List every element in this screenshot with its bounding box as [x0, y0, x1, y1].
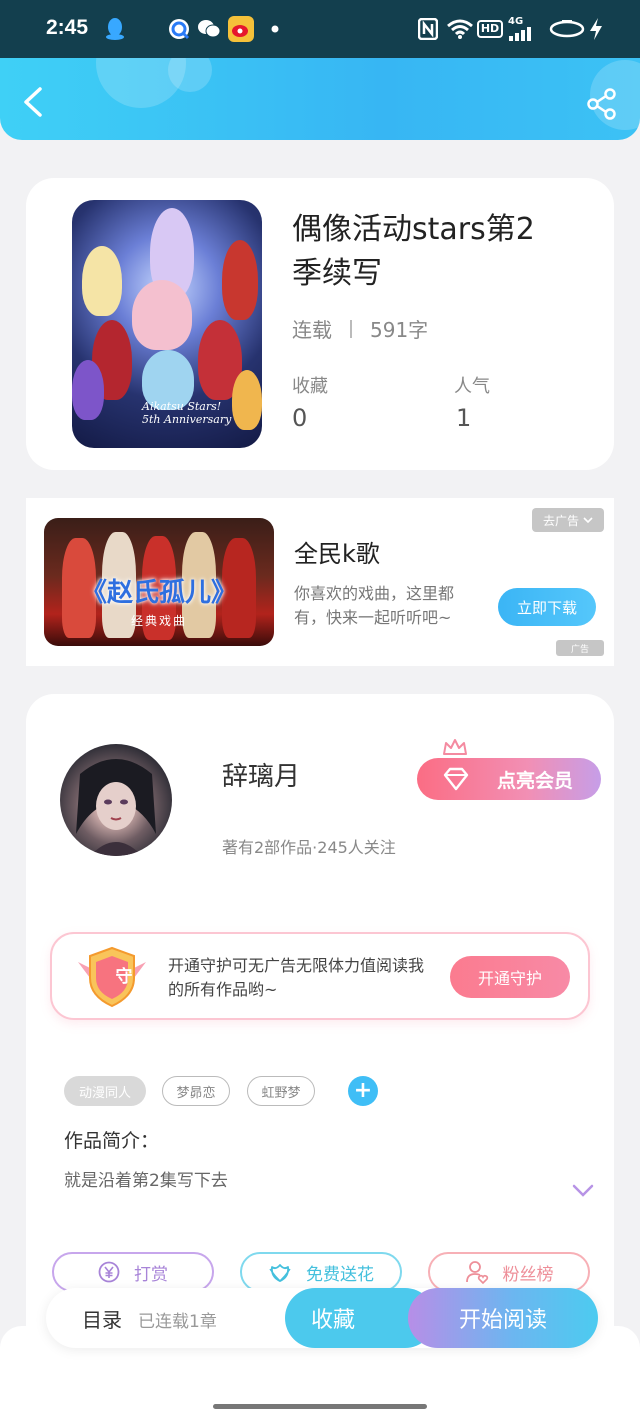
- popularity-value: 1: [456, 404, 472, 432]
- vip-button[interactable]: 点亮会员: [417, 758, 601, 800]
- ad-banner[interactable]: 《赵氏孤儿》 经典戏曲 全民k歌 你喜欢的戏曲，这里都有，快来一起听听吧~ 去广…: [26, 498, 614, 666]
- book-info-card: Aikatsu Stars! 5th Anniversary 偶像活动stars…: [26, 178, 614, 470]
- share-button[interactable]: [586, 88, 618, 120]
- author-avatar[interactable]: [60, 744, 172, 856]
- diamond-icon: [443, 767, 469, 791]
- cover-caption-line2: 5th Anniversary: [142, 413, 232, 426]
- remove-ad-button[interactable]: 去广告: [532, 508, 604, 532]
- send-flower-button[interactable]: 免费送花: [240, 1252, 402, 1292]
- weibo-icon: [228, 16, 254, 42]
- favorites-label: 收藏: [292, 376, 328, 397]
- remove-ad-label: 去广告: [542, 513, 579, 528]
- chapter-count[interactable]: 已连载1章: [138, 1307, 217, 1332]
- favorites-value: 0: [292, 404, 308, 432]
- ad-image-title: 《赵氏孤儿》: [80, 578, 237, 608]
- vip-label: 点亮会员: [496, 769, 573, 792]
- crown-icon: [443, 739, 467, 755]
- book-title: 偶像活动stars第2季续写: [292, 212, 535, 291]
- chevron-down-icon[interactable]: [572, 1184, 594, 1198]
- hd-icon: HD: [476, 16, 504, 42]
- author-stats: 著有2部作品·245人关注: [222, 838, 396, 857]
- cover-caption: Aikatsu Stars! 5th Anniversary: [142, 400, 231, 426]
- net-label: 4G: [508, 16, 524, 27]
- ad-image[interactable]: 《赵氏孤儿》 经典戏曲: [44, 518, 274, 646]
- guard-promo: 守 开通守护可无广告无限体力值阅读我的所有作品哟~ 开通守护: [50, 932, 590, 1020]
- ad-mark[interactable]: 广告: [556, 640, 604, 656]
- guard-badge-char: 守: [115, 967, 133, 987]
- author-name: 辞璃月: [222, 762, 301, 792]
- guard-button[interactable]: 开通守护: [450, 956, 570, 998]
- tag-chip[interactable]: 动漫同人: [64, 1076, 146, 1106]
- status-bar: 2:45 HD 4G: [0, 0, 640, 58]
- book-word-count: 591字: [370, 318, 429, 342]
- book-cover-image[interactable]: Aikatsu Stars! 5th Anniversary: [72, 200, 262, 448]
- start-reading-button[interactable]: 开始阅读: [408, 1288, 598, 1348]
- yen-coin-icon: [98, 1261, 120, 1283]
- ad-mark-label: 广告: [570, 644, 589, 655]
- signal-4g-icon: 4G: [508, 16, 534, 42]
- qq-icon: [102, 16, 128, 42]
- wifi-icon: [446, 16, 474, 42]
- chevron-down-icon: [583, 517, 593, 524]
- charging-icon: [588, 16, 604, 42]
- ad-title: 全民k歌: [294, 540, 380, 568]
- ad-image-subtitle: 经典戏曲: [130, 614, 187, 628]
- status-time: 2:45: [46, 16, 89, 39]
- intro-label: 作品简介：: [64, 1130, 160, 1152]
- bottom-action-bar: 目录 已连载1章 收藏 开始阅读: [46, 1288, 598, 1348]
- book-status: 连载: [292, 318, 332, 342]
- top-header: [0, 58, 640, 140]
- book-meta: 连载 591字: [292, 314, 428, 343]
- flower-icon: [269, 1264, 291, 1282]
- cover-caption-line1: Aikatsu Stars!: [142, 400, 222, 413]
- fans-ranking-button[interactable]: 粉丝榜: [428, 1252, 590, 1292]
- popularity-label: 人气: [454, 376, 490, 397]
- tag-chip[interactable]: 虹野梦: [247, 1076, 315, 1106]
- avatar-portrait: [76, 759, 156, 856]
- ad-download-button[interactable]: 立即下载: [498, 588, 596, 626]
- back-button[interactable]: [18, 86, 48, 117]
- reward-button[interactable]: 打赏: [52, 1252, 214, 1292]
- tag-chip[interactable]: 梦昴恋: [162, 1076, 230, 1106]
- intro-text: 就是沿着第2集写下去: [64, 1171, 228, 1191]
- hd-label: HD: [476, 20, 504, 38]
- ad-description: 你喜欢的戏曲，这里都有，快来一起听听吧~: [294, 584, 455, 627]
- share-icon: [587, 88, 616, 120]
- browser-icon: [166, 16, 192, 42]
- meta-divider: [350, 319, 352, 338]
- guard-text: 开通守护可无广告无限体力值阅读我的所有作品哟~: [168, 956, 425, 999]
- add-tag-button[interactable]: +: [348, 1076, 378, 1106]
- wechat-icon: [196, 16, 222, 42]
- chevron-left-icon: [24, 87, 42, 117]
- battery-icon: [548, 16, 586, 42]
- toc-button[interactable]: 目录: [82, 1304, 122, 1333]
- dot-icon: [262, 16, 288, 42]
- fan-user-icon: [465, 1261, 488, 1284]
- reward-label: 打赏: [134, 1264, 168, 1285]
- home-indicator[interactable]: [213, 1404, 427, 1409]
- send-flower-label: 免费送花: [306, 1264, 374, 1285]
- nfc-icon: [416, 16, 440, 42]
- fans-ranking-label: 粉丝榜: [502, 1264, 554, 1285]
